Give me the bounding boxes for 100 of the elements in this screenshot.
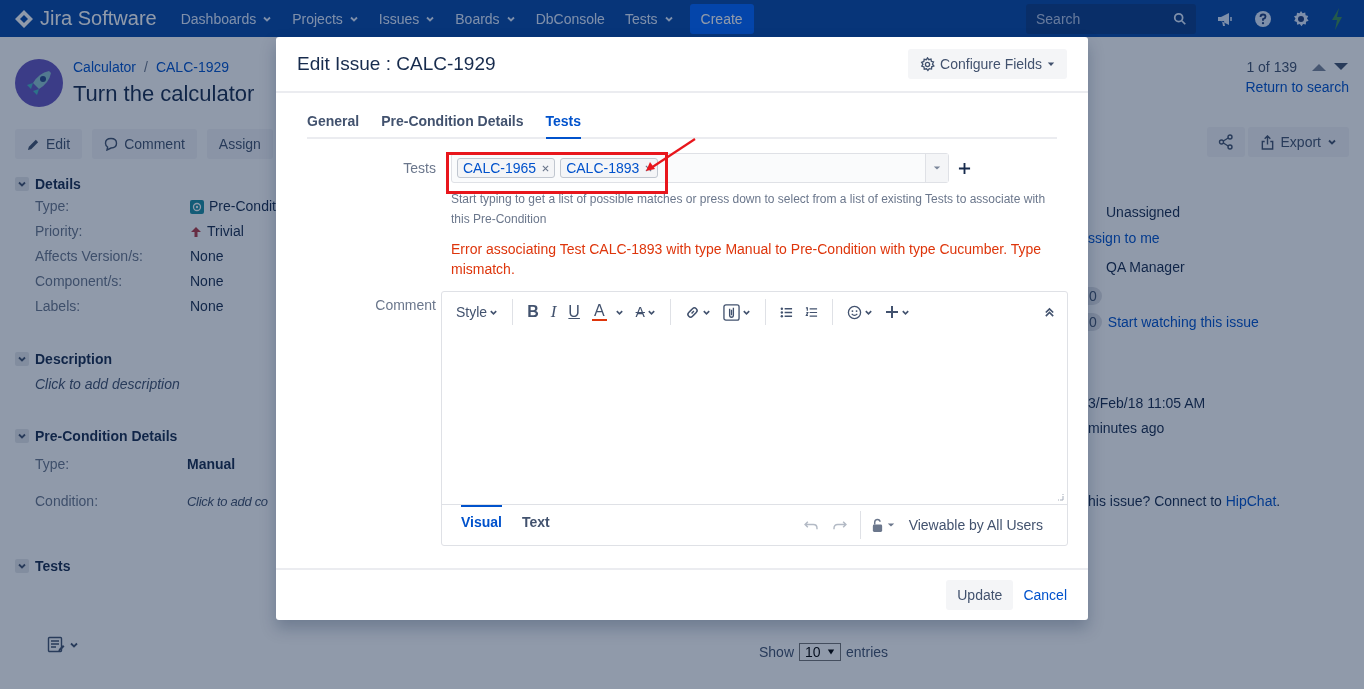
more-formatting-button[interactable]: A: [631, 298, 660, 326]
field-hint: Start typing to get a list of possible matches or press down to select from a list of existing Tests to associate with this Pre-Condition: [451, 191, 1047, 228]
nav-menu-item[interactable]: Issues: [368, 0, 446, 37]
plus-icon[interactable]: [958, 161, 971, 175]
project-avatar: [15, 59, 63, 107]
section-heading: Description: [35, 350, 112, 369]
collapse-toggle-icon[interactable]: [15, 559, 29, 573]
cancel-link[interactable]: Cancel: [1023, 587, 1067, 603]
style-dropdown[interactable]: Style: [452, 298, 503, 326]
field-value: Trivial: [207, 222, 244, 241]
list-edit-icon: [47, 636, 65, 654]
field-value: Manual: [187, 455, 236, 474]
arrow-up-icon: [190, 225, 202, 238]
vote-count: 0: [1088, 287, 1102, 305]
dialog-tab[interactable]: Pre-Condition Details: [381, 111, 524, 139]
share-button[interactable]: [1206, 127, 1245, 157]
resize-grip-icon[interactable]: [1056, 493, 1064, 501]
section-heading: Tests: [35, 557, 71, 576]
plus-icon: [884, 305, 899, 319]
nav-menu-item[interactable]: Projects: [282, 0, 369, 37]
collapse-toggle-icon[interactable]: [15, 429, 29, 443]
condition-placeholder[interactable]: Click to add co: [187, 489, 268, 514]
entries-label: entries: [846, 644, 889, 660]
remove-icon[interactable]: [542, 164, 550, 172]
diamond-logo-icon: [14, 8, 34, 29]
collapse-toolbar-icon[interactable]: [1044, 306, 1055, 318]
search-field[interactable]: Search: [1026, 3, 1196, 34]
section-heading: Details: [35, 175, 81, 194]
paperclip-icon: [722, 303, 740, 321]
field-value: None: [190, 247, 224, 266]
field-label: Tests: [402, 159, 436, 178]
reporter-name: QA Manager: [1105, 259, 1185, 275]
view-options-button[interactable]: [47, 636, 79, 654]
editor-mode-tab[interactable]: Visual: [461, 504, 502, 545]
dialog-tab[interactable]: Tests: [545, 111, 582, 139]
dropdown-triangle-icon: [933, 164, 941, 172]
nav-menu-item[interactable]: Dashboards: [170, 0, 283, 37]
test-tag[interactable]: CALC-1965: [457, 158, 556, 178]
numbered-list-icon: [804, 305, 818, 319]
pager-count: 1 of 139: [1246, 58, 1297, 77]
field-label: Component/s:: [35, 272, 124, 291]
issue-type-icon: [190, 199, 204, 214]
section-heading: Pre-Condition Details: [35, 427, 178, 446]
dropdown-triangle-icon: [827, 648, 836, 656]
breadcrumb-link[interactable]: CALC-1929: [155, 57, 230, 77]
italic-button[interactable]: I: [546, 298, 561, 326]
watcher-count: 0: [1088, 313, 1102, 331]
field-value: None: [190, 297, 224, 316]
assignee-name: Unassigned: [1105, 204, 1180, 220]
show-label: Show: [759, 644, 795, 660]
error-message: Error associating Test CALC-1893 with type Manual to Pre-Condition with type Cucumber. Type mismatch.: [451, 240, 1043, 279]
collapse-toggle-icon[interactable]: [15, 352, 29, 366]
tests-picker-field[interactable]: CALC-1965 CALC-1893: [451, 153, 949, 183]
search-icon: [1173, 11, 1187, 26]
visibility-label: Viewable by All Users: [908, 517, 1043, 533]
page-size-select[interactable]: 10: [799, 643, 842, 661]
share-icon: [1217, 134, 1234, 150]
assign-to-me-link[interactable]: ssign to me: [1088, 230, 1160, 246]
export-button[interactable]: Export: [1247, 127, 1349, 157]
test-tag[interactable]: CALC-1893: [560, 158, 659, 178]
configure-fields-button[interactable]: Configure Fields: [908, 49, 1067, 79]
underline-button[interactable]: U: [564, 298, 584, 326]
field-label: Affects Version/s:: [35, 247, 144, 266]
action-button[interactable]: Assign: [206, 129, 273, 159]
field-label: Condition:: [35, 492, 100, 511]
text-color-button[interactable]: A: [591, 303, 607, 321]
nav-menu-item[interactable]: Tests: [614, 0, 684, 37]
nav-menu-item[interactable]: DbConsole: [525, 0, 615, 37]
nav-menu-item[interactable]: Boards: [445, 0, 526, 37]
previous-issue-icon[interactable]: [1311, 62, 1327, 72]
start-watching-link[interactable]: Start watching this issue: [1107, 314, 1259, 330]
help-icon[interactable]: [1254, 9, 1272, 28]
settings-icon[interactable]: [1292, 9, 1310, 28]
dropdown-toggle[interactable]: [925, 154, 948, 182]
smiley-icon: [846, 304, 862, 320]
create-button[interactable]: Create: [689, 3, 754, 34]
bullet-list-icon: [779, 305, 793, 319]
created-date: 3/Feb/18 11:05 AM: [1088, 394, 1207, 413]
collapse-toggle-icon[interactable]: [15, 177, 29, 191]
breadcrumb-link[interactable]: Calculator: [73, 57, 137, 77]
dropdown-triangle-icon: [886, 521, 895, 529]
next-issue-icon[interactable]: [1333, 62, 1349, 72]
caret-icon: [1327, 137, 1337, 147]
edit-button[interactable]: Edit: [15, 129, 83, 159]
field-value: None: [190, 272, 224, 291]
dialog-tab[interactable]: General: [307, 111, 360, 139]
bold-button[interactable]: B: [523, 298, 543, 326]
dialog-title: Edit Issue : CALC-1929: [297, 53, 496, 75]
field-label: Type:: [35, 197, 71, 216]
update-button[interactable]: Update: [946, 580, 1014, 610]
pencil-icon: [27, 137, 40, 151]
upload-icon: [1259, 134, 1275, 150]
issue-title: Turn the calculator: [73, 80, 255, 108]
description-placeholder[interactable]: Click to add description: [35, 374, 276, 394]
editor-mode-tab[interactable]: Text: [522, 504, 550, 545]
return-to-search-link[interactable]: Return to search: [1245, 79, 1349, 95]
caret-icon: [69, 640, 79, 650]
comment-button[interactable]: Comment: [92, 129, 197, 159]
field-label: Comment: [374, 296, 436, 315]
annotation-arrow: [646, 138, 696, 171]
